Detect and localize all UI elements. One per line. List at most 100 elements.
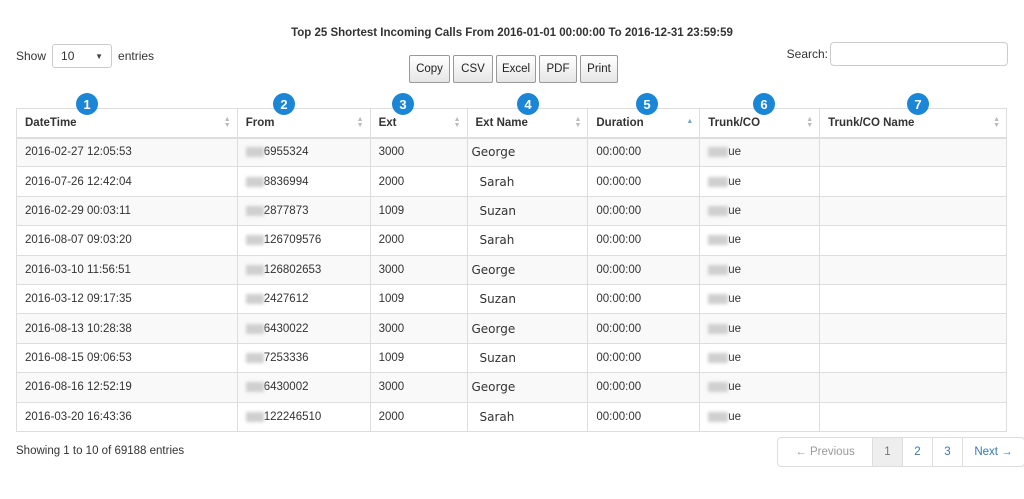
- cell-trunk: ue: [699, 254, 821, 285]
- report-title: Top 25 Shortest Incoming Calls From 2016…: [291, 27, 733, 39]
- cell-trunk: ue: [699, 372, 821, 403]
- cell-trunk: ue: [699, 136, 821, 167]
- cell-trunk: ue: [699, 195, 821, 226]
- cell-from: 6430002: [237, 372, 371, 403]
- cell-trunk-value: ue: [728, 351, 742, 364]
- cell-from: 6955324: [237, 136, 371, 167]
- sort-ascending-icon: ▲: [686, 118, 694, 125]
- cell-from-value: 126802653: [263, 263, 322, 276]
- page-button-3[interactable]: 3: [933, 438, 963, 466]
- cell-duration: 00:00:00: [587, 225, 701, 256]
- cell-from-value: 2877873: [263, 204, 309, 217]
- copy-button[interactable]: Copy: [409, 55, 450, 83]
- print-button[interactable]: Print: [580, 55, 618, 83]
- column-badge-6: 6: [753, 93, 775, 115]
- redacted-prefix: [245, 382, 264, 393]
- cell-trunk: ue: [699, 283, 821, 314]
- pdf-button[interactable]: PDF: [539, 55, 577, 83]
- cell-trunk-name: [819, 372, 1007, 403]
- cell-ext-name: George: [467, 313, 589, 344]
- cell-ext-name: Suzan: [467, 283, 589, 314]
- cell-ext: 3000: [370, 254, 468, 285]
- column-header-from[interactable]: From ▲ ▼: [237, 108, 371, 139]
- redacted-prefix: [708, 264, 729, 275]
- cell-ext-name: Suzan: [467, 195, 589, 226]
- redacted-prefix: [708, 411, 729, 422]
- column-header-label: From: [245, 116, 275, 129]
- page-button-1[interactable]: 1: [873, 438, 903, 466]
- redacted-prefix: [708, 352, 729, 363]
- redacted-prefix: [245, 352, 264, 363]
- column-badge-5: 5: [636, 93, 658, 115]
- column-header-label: DateTime: [25, 116, 77, 129]
- cell-ext-name: Sarah: [467, 166, 589, 197]
- cell-ext: 2000: [370, 225, 468, 256]
- column-header-label: Ext: [378, 116, 397, 129]
- cell-trunk-name: [819, 313, 1007, 344]
- column-badge-4: 4: [517, 93, 539, 115]
- table-info: Showing 1 to 10 of 69188 entries: [16, 445, 185, 457]
- column-header-ext[interactable]: Ext ▲ ▼: [370, 108, 468, 139]
- search-label: Search:: [786, 47, 828, 61]
- csv-button[interactable]: CSV: [453, 55, 493, 83]
- cell-trunk-value: ue: [728, 293, 742, 306]
- cell-trunk-value: ue: [728, 410, 742, 423]
- cell-datetime: 2016-02-27 12:05:53: [16, 136, 238, 167]
- redacted-prefix: [245, 235, 264, 246]
- cell-trunk-name: [819, 401, 1007, 432]
- column-header-label: Ext Name: [475, 116, 528, 129]
- search-input[interactable]: [830, 42, 1008, 66]
- cell-datetime: 2016-03-12 09:17:35: [16, 283, 238, 314]
- sort-icon: ▲ ▼: [574, 116, 582, 129]
- cell-from: 2877873: [237, 195, 371, 226]
- calls-table: DateTime ▲ ▼ From ▲ ▼ Ext ▲ ▼ Ext Name ▲ ▼ Durat…: [16, 108, 1007, 432]
- cell-duration: 00:00:00: [587, 401, 701, 432]
- table-row: 2016-03-10 11:56:51 126802653 3000 George 00…: [16, 254, 1007, 285]
- cell-trunk-value: ue: [728, 322, 742, 335]
- next-page-button[interactable]: Next →: [963, 438, 1024, 466]
- cell-trunk: ue: [699, 225, 821, 256]
- column-header-datetime[interactable]: DateTime ▲ ▼: [16, 108, 238, 139]
- sort-icon: ▲ ▼: [453, 116, 461, 129]
- page-button-2[interactable]: 2: [903, 438, 933, 466]
- entries-label: entries: [118, 49, 155, 63]
- cell-ext-name: Sarah: [467, 225, 589, 256]
- cell-ext-name: George: [467, 136, 589, 167]
- cell-ext: 1009: [370, 342, 468, 373]
- excel-button[interactable]: Excel: [496, 55, 536, 83]
- cell-datetime: 2016-03-10 11:56:51: [16, 254, 238, 285]
- cell-trunk-value: ue: [728, 263, 742, 276]
- cell-from-value: 2427612: [263, 293, 309, 306]
- cell-from: 122246510: [237, 401, 371, 432]
- cell-duration: 00:00:00: [587, 313, 701, 344]
- table-header-row: DateTime ▲ ▼ From ▲ ▼ Ext ▲ ▼ Ext Name ▲ ▼ Durat…: [16, 108, 1007, 139]
- cell-duration: 00:00:00: [587, 372, 701, 403]
- cell-trunk: ue: [699, 401, 821, 432]
- redacted-prefix: [245, 176, 264, 187]
- previous-page-button[interactable]: ← Previous: [778, 438, 873, 466]
- cell-ext-name: George: [467, 254, 589, 285]
- cell-trunk-name: [819, 136, 1007, 167]
- cell-from: 126709576: [237, 225, 371, 256]
- cell-ext: 1009: [370, 283, 468, 314]
- cell-trunk-value: ue: [728, 234, 742, 247]
- cell-from: 126802653: [237, 254, 371, 285]
- column-badge-3: 3: [392, 93, 414, 115]
- column-header-label: Trunk/CO Name: [828, 116, 915, 129]
- cell-datetime: 2016-08-15 09:06:53: [16, 342, 238, 373]
- cell-trunk-name: [819, 283, 1007, 314]
- cell-from: 6430022: [237, 313, 371, 344]
- cell-duration: 00:00:00: [587, 254, 701, 285]
- cell-ext-name: George: [467, 372, 589, 403]
- redacted-prefix: [708, 235, 729, 246]
- page-length-select[interactable]: 10 ▼: [52, 44, 113, 68]
- column-badge-1: 1: [76, 93, 98, 115]
- cell-trunk-name: [819, 166, 1007, 197]
- table-row: 2016-02-27 12:05:53 6955324 3000 George 00:0…: [16, 136, 1007, 167]
- cell-ext: 2000: [370, 166, 468, 197]
- cell-trunk-name: [819, 225, 1007, 256]
- cell-from-value: 126709576: [263, 234, 322, 247]
- cell-ext-name: Sarah: [467, 401, 589, 432]
- table-row: 2016-08-07 09:03:20 126709576 2000 Sarah 00:…: [16, 225, 1007, 256]
- sort-icon: ▲ ▼: [356, 116, 364, 129]
